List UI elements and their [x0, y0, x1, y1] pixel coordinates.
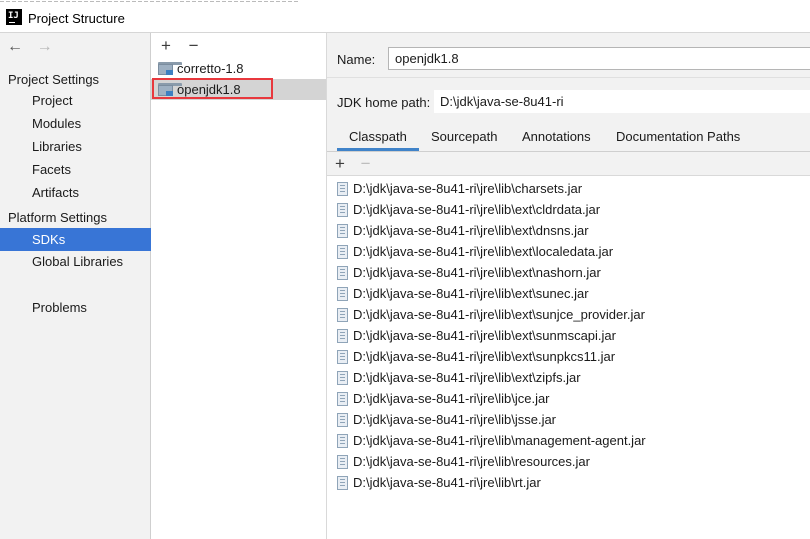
list-item[interactable]: D:\jdk\java-se-8u41-ri\jre\lib\ext\sunpk…	[327, 346, 810, 367]
path-text: D:\jdk\java-se-8u41-ri\jre\lib\ext\cldrd…	[353, 202, 601, 217]
list-item[interactable]: D:\jdk\java-se-8u41-ri\jre\lib\ext\zipfs…	[327, 367, 810, 388]
path-text: D:\jdk\java-se-8u41-ri\jre\lib\rt.jar	[353, 475, 541, 490]
sdk-name-field[interactable]: openjdk1.8	[388, 47, 810, 70]
list-item[interactable]: D:\jdk\java-se-8u41-ri\jre\lib\charsets.…	[327, 178, 810, 199]
nav-item-problems[interactable]: Problems	[0, 297, 151, 319]
path-text: D:\jdk\java-se-8u41-ri\jre\lib\ext\local…	[353, 244, 614, 259]
project-settings-header: Project Settings	[8, 72, 100, 87]
list-item[interactable]: D:\jdk\java-se-8u41-ri\jre\lib\ext\cldrd…	[327, 199, 810, 220]
jar-icon	[337, 413, 348, 427]
list-item[interactable]: D:\jdk\java-se-8u41-ri\jre\lib\resources…	[327, 451, 810, 472]
jar-icon	[337, 350, 348, 364]
tab-classpath[interactable]: Classpath	[337, 125, 419, 151]
nav-item-global-libraries[interactable]: Global Libraries	[0, 251, 151, 273]
jar-icon	[337, 224, 348, 238]
add-sdk-button[interactable]: +	[157, 36, 175, 56]
path-text: D:\jdk\java-se-8u41-ri\jre\lib\ext\sunec…	[353, 286, 589, 301]
sdk-detail-panel: Name: openjdk1.8 JDK home path: D:\jdk\j…	[327, 33, 810, 539]
nav-item-facets[interactable]: Facets	[0, 159, 151, 181]
settings-nav: ← → Project Settings Project Modules Lib…	[0, 33, 151, 539]
jar-icon	[337, 266, 348, 280]
path-text: D:\jdk\java-se-8u41-ri\jre\lib\ext\sunpk…	[353, 349, 616, 364]
title-strip	[0, 0, 300, 3]
path-text: D:\jdk\java-se-8u41-ri\jre\lib\charsets.…	[353, 181, 583, 196]
tab-divider	[327, 151, 810, 152]
path-text: D:\jdk\java-se-8u41-ri\jre\lib\ext\nasho…	[353, 265, 601, 280]
name-label: Name:	[337, 52, 376, 67]
list-item[interactable]: D:\jdk\java-se-8u41-ri\jre\lib\ext\dnsns…	[327, 220, 810, 241]
jdk-home-label: JDK home path:	[337, 95, 431, 110]
path-text: D:\jdk\java-se-8u41-ri\jre\lib\ext\sunjc…	[353, 307, 645, 322]
path-text: D:\jdk\java-se-8u41-ri\jre\lib\jsse.jar	[353, 412, 557, 427]
nav-arrows: ← →	[6, 39, 54, 57]
platform-settings-header: Platform Settings	[8, 210, 107, 225]
nav-item-libraries[interactable]: Libraries	[0, 136, 151, 158]
sdk-item-corretto[interactable]: corretto-1.8	[151, 58, 326, 79]
jdk-home-path-field[interactable]: D:\jdk\java-se-8u41-ri	[434, 90, 810, 113]
list-item[interactable]: D:\jdk\java-se-8u41-ri\jre\lib\jce.jar	[327, 388, 810, 409]
jar-icon	[337, 434, 348, 448]
remove-path-button[interactable]: −	[357, 154, 375, 174]
sdk-item-label: corretto-1.8	[177, 61, 244, 76]
path-text: D:\jdk\java-se-8u41-ri\jre\lib\managemen…	[353, 433, 646, 448]
list-item[interactable]: D:\jdk\java-se-8u41-ri\jre\lib\ext\sunjc…	[327, 304, 810, 325]
forward-arrow-icon[interactable]: →	[36, 39, 54, 57]
path-text: D:\jdk\java-se-8u41-ri\jre\lib\ext\zipfs…	[353, 370, 581, 385]
jar-icon	[337, 455, 348, 469]
list-item[interactable]: D:\jdk\java-se-8u41-ri\jre\lib\ext\sunms…	[327, 325, 810, 346]
nav-item-modules[interactable]: Modules	[0, 113, 151, 135]
intellij-app-icon: IJ	[6, 9, 22, 25]
classpath-toolbar: + −	[331, 154, 375, 174]
sdk-toolbar: + −	[157, 36, 203, 56]
list-item[interactable]: D:\jdk\java-se-8u41-ri\jre\lib\rt.jar	[327, 472, 810, 493]
divider	[327, 77, 810, 78]
nav-item-project[interactable]: Project	[0, 90, 151, 112]
jar-icon	[337, 371, 348, 385]
jar-icon	[337, 476, 348, 490]
add-path-button[interactable]: +	[331, 154, 349, 174]
path-text: D:\jdk\java-se-8u41-ri\jre\lib\jce.jar	[353, 391, 550, 406]
path-text: D:\jdk\java-se-8u41-ri\jre\lib\resources…	[353, 454, 590, 469]
tab-annotations[interactable]: Annotations	[510, 125, 603, 151]
title-bar: IJ Project Structure	[0, 0, 810, 33]
jar-icon	[337, 182, 348, 196]
tab-sourcepath[interactable]: Sourcepath	[419, 125, 510, 151]
list-item[interactable]: D:\jdk\java-se-8u41-ri\jre\lib\jsse.jar	[327, 409, 810, 430]
path-text: D:\jdk\java-se-8u41-ri\jre\lib\ext\dnsns…	[353, 223, 589, 238]
list-item[interactable]: D:\jdk\java-se-8u41-ri\jre\lib\ext\nasho…	[327, 262, 810, 283]
jar-icon	[337, 203, 348, 217]
jar-icon	[337, 392, 348, 406]
jar-icon	[337, 287, 348, 301]
jar-icon	[337, 308, 348, 322]
nav-item-artifacts[interactable]: Artifacts	[0, 182, 151, 204]
jar-icon	[337, 329, 348, 343]
classpath-list: D:\jdk\java-se-8u41-ri\jre\lib\charsets.…	[327, 175, 810, 539]
jdk-folder-icon	[158, 62, 182, 75]
list-item[interactable]: D:\jdk\java-se-8u41-ri\jre\lib\ext\sunec…	[327, 283, 810, 304]
nav-item-sdks[interactable]: SDKs	[0, 228, 151, 251]
sdk-list-panel: + − corretto-1.8 openjdk1.8	[151, 33, 327, 539]
highlight-box	[152, 78, 273, 99]
list-item[interactable]: D:\jdk\java-se-8u41-ri\jre\lib\managemen…	[327, 430, 810, 451]
path-text: D:\jdk\java-se-8u41-ri\jre\lib\ext\sunms…	[353, 328, 616, 343]
list-item[interactable]: D:\jdk\java-se-8u41-ri\jre\lib\ext\local…	[327, 241, 810, 262]
remove-sdk-button[interactable]: −	[185, 36, 203, 56]
window-title: Project Structure	[28, 11, 125, 26]
back-arrow-icon[interactable]: ←	[6, 39, 24, 57]
jar-icon	[337, 245, 348, 259]
tab-documentation-paths[interactable]: Documentation Paths	[604, 125, 752, 151]
